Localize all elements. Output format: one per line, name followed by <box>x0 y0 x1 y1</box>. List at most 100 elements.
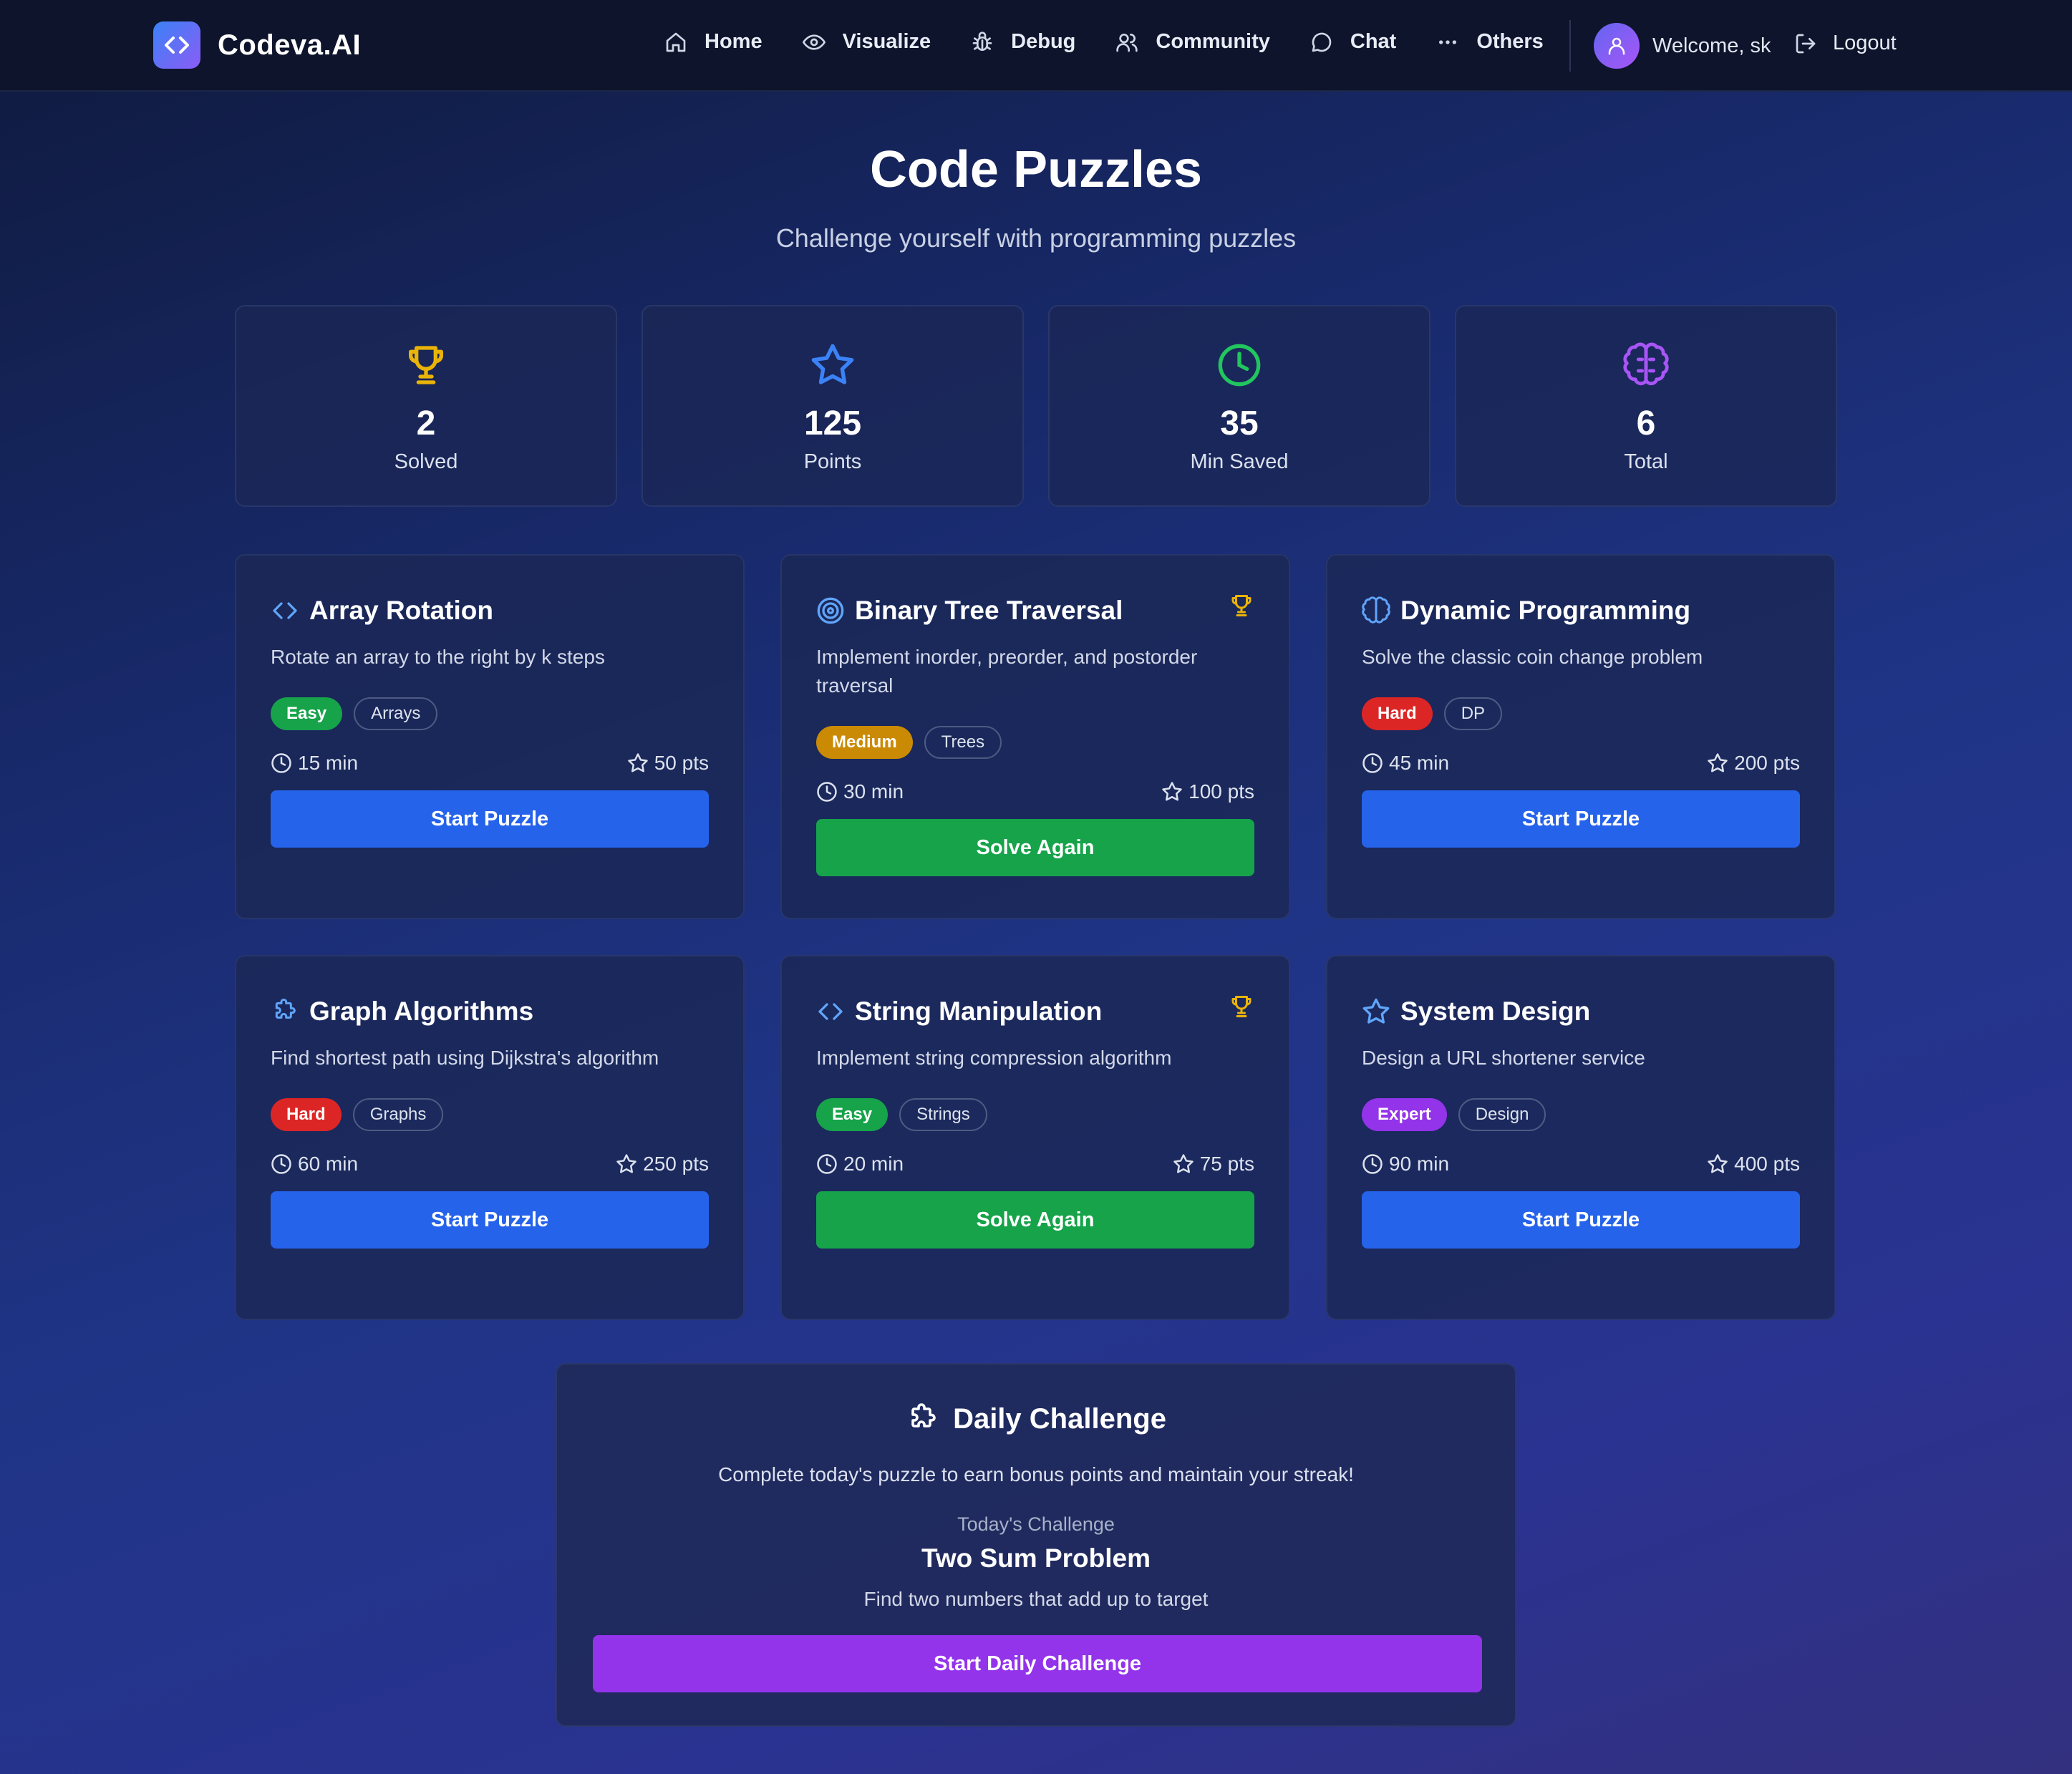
puzzle-description: Implement inorder, preorder, and postord… <box>816 646 1198 697</box>
stat-card-total: 6 Total <box>1455 305 1837 507</box>
puzzle-title: System Design <box>1400 997 1591 1026</box>
nav-item-label: Others <box>1476 30 1544 53</box>
stats-row: 2 Solved 125 Points 35 Min Saved 6 Total <box>235 305 1837 507</box>
puzzle-description: Solve the classic coin change problem <box>1362 646 1703 668</box>
daily-description: Complete today's puzzle to earn bonus po… <box>718 1463 1354 1485</box>
clock-icon <box>1362 1153 1383 1175</box>
today-challenge-name: Two Sum Problem <box>921 1543 1151 1573</box>
brand-name: Codeva.AI <box>218 29 362 61</box>
brand[interactable]: Codeva.AI <box>153 21 361 69</box>
code-icon <box>153 21 200 69</box>
puzzle-time: 30 min <box>843 780 904 803</box>
puzzle-title: Graph Algorithms <box>309 997 534 1026</box>
topic-badge: Graphs <box>352 1098 444 1131</box>
difficulty-badge: Expert <box>1362 1098 1447 1131</box>
nav-item-label: Chat <box>1350 30 1397 53</box>
star-icon <box>1707 1153 1728 1175</box>
puzzle-points: 400 pts <box>1734 1153 1800 1175</box>
chat-icon <box>1310 31 1333 54</box>
puzzle-time: 45 min <box>1389 752 1450 774</box>
stat-value: 35 <box>1220 404 1259 442</box>
puzzle-card: Dynamic Programming Solve the classic co… <box>1326 554 1836 919</box>
puzzle-description: Rotate an array to the right by k steps <box>271 646 605 668</box>
bug-icon <box>971 31 994 54</box>
puzzle-time: 90 min <box>1389 1153 1450 1175</box>
puzzle-card: Graph Algorithms Find shortest path usin… <box>235 955 745 1320</box>
puzzle-icon <box>906 1402 940 1436</box>
nav-item-label: Debug <box>1011 30 1076 53</box>
stat-value: 6 <box>1636 404 1656 442</box>
nav-item-debug[interactable]: Debug <box>971 30 1075 54</box>
nav-item-label: Home <box>705 30 763 53</box>
code-icon <box>816 997 845 1026</box>
start-puzzle-button[interactable]: Start Puzzle <box>1362 1191 1800 1249</box>
topic-badge: DP <box>1443 697 1503 730</box>
page-title: Code Puzzles <box>869 141 1203 198</box>
code-icon <box>271 596 299 625</box>
stat-card-min-saved: 35 Min Saved <box>1048 305 1430 507</box>
topic-badge: Design <box>1458 1098 1546 1131</box>
puzzle-points: 75 pts <box>1199 1153 1254 1175</box>
start-puzzle-button[interactable]: Start Puzzle <box>271 790 709 848</box>
topic-badge: Trees <box>924 726 1002 759</box>
difficulty-badge: Hard <box>1362 697 1433 730</box>
nav-item-home[interactable]: Home <box>664 30 763 54</box>
puzzle-title: Binary Tree Traversal <box>855 596 1123 625</box>
today-challenge-description: Find two numbers that add up to target <box>863 1588 1209 1610</box>
puzzle-card: System Design Design a URL shortener ser… <box>1326 955 1836 1320</box>
page-subtitle: Challenge yourself with programming puzz… <box>775 223 1297 253</box>
stat-label: Min Saved <box>1190 450 1289 473</box>
difficulty-badge: Easy <box>816 1098 889 1131</box>
logout-icon <box>1794 32 1817 55</box>
star-icon <box>1161 781 1183 803</box>
stat-label: Points <box>803 450 862 473</box>
nav-item-label: Community <box>1156 30 1270 53</box>
nav-item-label: Visualize <box>842 30 931 53</box>
stat-value: 2 <box>416 404 436 442</box>
users-icon <box>1115 31 1138 54</box>
clock-icon <box>271 1153 292 1175</box>
stat-card-solved: 2 Solved <box>235 305 617 507</box>
start-puzzle-button[interactable]: Start Puzzle <box>271 1191 709 1249</box>
puzzle-points: 200 pts <box>1734 752 1800 774</box>
brain-icon <box>1623 342 1669 388</box>
start-puzzle-button[interactable]: Start Puzzle <box>1362 790 1800 848</box>
today-label: Today's Challenge <box>957 1513 1115 1535</box>
logout-button[interactable]: Logout <box>1794 31 1897 55</box>
puzzle-points: 250 pts <box>643 1153 709 1175</box>
nav-menu: Home Visualize Debug Community Chat Othe… <box>664 30 1544 54</box>
difficulty-badge: Hard <box>271 1098 342 1131</box>
nav-divider <box>1569 20 1571 72</box>
puzzle-description: Design a URL shortener service <box>1362 1047 1645 1069</box>
puzzle-title: Array Rotation <box>309 596 493 625</box>
puzzle-title: Dynamic Programming <box>1400 596 1691 625</box>
puzzle-title: String Manipulation <box>855 997 1103 1026</box>
star-icon <box>1362 997 1390 1026</box>
target-icon <box>816 596 845 625</box>
user-menu[interactable]: Welcome, sk <box>1594 23 1771 69</box>
star-icon <box>1173 1153 1194 1175</box>
user-icon <box>1608 37 1625 55</box>
logout-label: Logout <box>1833 31 1897 54</box>
nav-item-chat[interactable]: Chat <box>1310 30 1396 54</box>
star-icon <box>616 1153 637 1175</box>
solve-again-button[interactable]: Solve Again <box>816 1191 1254 1249</box>
start-daily-challenge-button[interactable]: Start Daily Challenge <box>593 1635 1482 1692</box>
stat-label: Total <box>1624 450 1668 473</box>
star-icon <box>627 752 649 774</box>
trophy-icon <box>403 342 449 388</box>
nav-item-community[interactable]: Community <box>1115 30 1270 54</box>
daily-challenge-card: Daily Challenge Complete today's puzzle … <box>556 1363 1516 1727</box>
nav-item-others[interactable]: Others <box>1436 30 1544 54</box>
more-icon <box>1436 31 1459 54</box>
puzzle-points: 50 pts <box>654 752 709 774</box>
clock-icon <box>1216 342 1262 388</box>
solve-again-button[interactable]: Solve Again <box>816 819 1254 876</box>
puzzle-card: Array Rotation Rotate an array to the ri… <box>235 554 745 919</box>
puzzle-time: 20 min <box>843 1153 904 1175</box>
top-navbar: Codeva.AI Home Visualize Debug Community… <box>0 0 2072 92</box>
welcome-text: Welcome, sk <box>1652 34 1771 57</box>
nav-item-visualize[interactable]: Visualize <box>802 30 931 54</box>
stat-label: Solved <box>394 450 458 473</box>
topic-badge: Arrays <box>354 697 438 730</box>
